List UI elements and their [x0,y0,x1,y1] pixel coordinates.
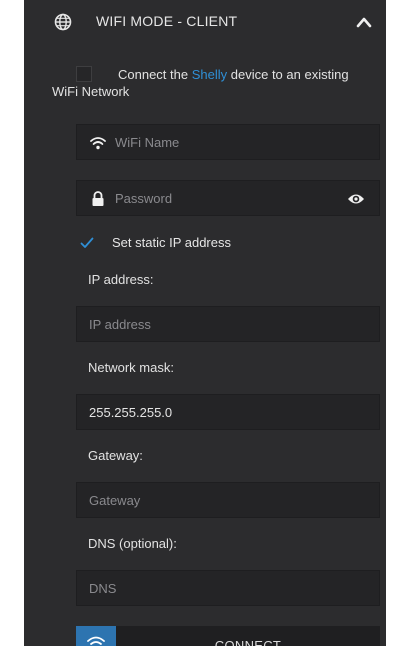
ip-address-label: IP address: [88,272,154,287]
network-mask-label: Network mask: [88,360,174,375]
network-mask-value: 255.255.255.0 [89,405,173,420]
gateway-placeholder: Gateway [89,493,141,508]
connect-prefix: Connect the [118,67,192,82]
network-mask-input[interactable]: 255.255.255.0 [76,394,380,430]
connect-button[interactable]: CONNECT [76,626,380,646]
section-header[interactable]: WIFI MODE - CLIENT [24,0,386,44]
wifi-button-icon [87,636,105,645]
gateway-input[interactable]: Gateway [76,482,380,518]
wifi-name-field[interactable]: WiFi Name [76,124,380,160]
wifi-client-panel: WIFI MODE - CLIENT Connect the Shelly de… [24,0,386,646]
static-ip-label: Set static IP address [112,235,231,250]
connect-button-label: CONNECT [214,638,282,646]
globe-icon [54,13,72,31]
gateway-label: Gateway: [88,448,143,463]
eye-icon[interactable] [347,191,365,207]
dns-label: DNS (optional): [88,536,177,551]
wifi-name-placeholder: WiFi Name [115,135,180,150]
brand-name: Shelly [191,67,228,82]
ip-address-input[interactable]: IP address [76,306,380,342]
wifi-icon [90,137,106,150]
connect-description: Connect the Shelly device to an existing… [52,66,372,100]
lock-icon [92,191,104,206]
ip-address-placeholder: IP address [89,317,151,332]
connect-icon-box [76,626,116,646]
chevron-up-icon[interactable] [356,15,372,29]
dns-placeholder: DNS [89,581,117,596]
password-placeholder: Password [115,191,173,206]
dns-input[interactable]: DNS [76,570,380,606]
section-title: WIFI MODE - CLIENT [96,13,238,29]
password-field[interactable]: Password [76,180,380,216]
checkmark-icon[interactable] [80,237,94,249]
